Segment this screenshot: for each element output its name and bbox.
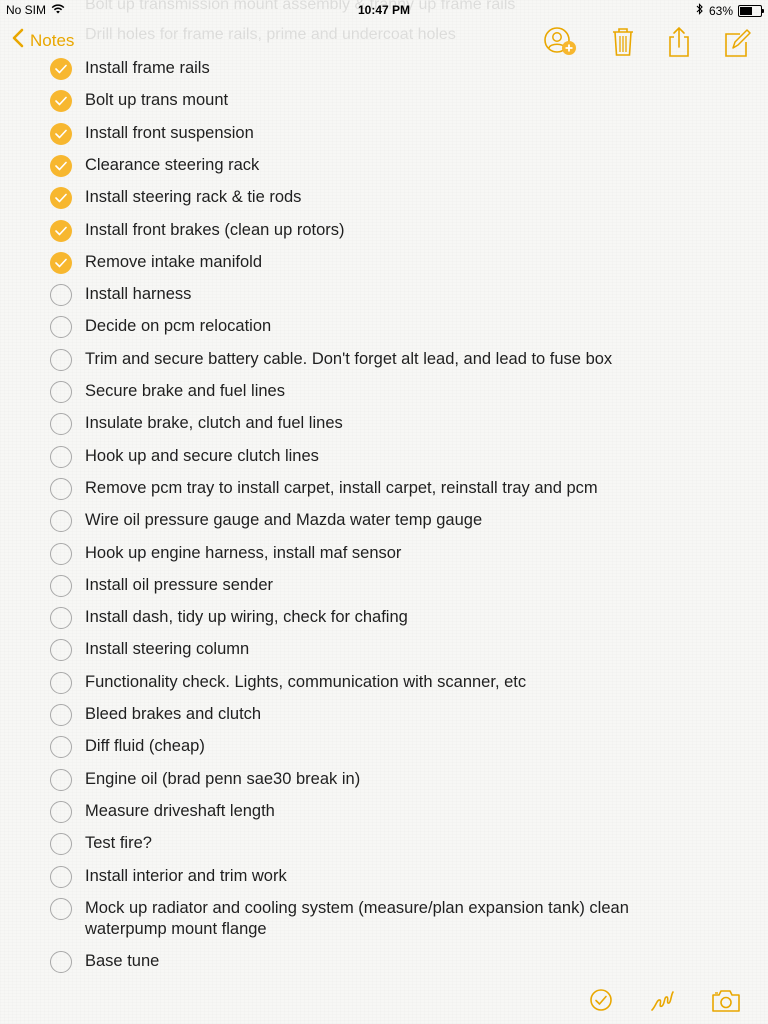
checklist-item-label: Trim and secure battery cable. Don't for… xyxy=(85,349,613,368)
checklist-item-label: Engine oil (brad penn sae30 break in) xyxy=(85,769,361,788)
checklist-item-label: Install dash, tidy up wiring, check for … xyxy=(85,608,408,627)
checklist-item-label: Measure driveshaft length xyxy=(85,801,275,820)
share-icon[interactable] xyxy=(664,26,696,58)
unchecked-circle[interactable] xyxy=(50,477,72,500)
checklist-item-label: Remove intake manifold xyxy=(85,252,263,271)
unchecked-circle[interactable] xyxy=(50,607,72,630)
checklist-icon[interactable] xyxy=(587,986,619,1018)
add-person-icon[interactable] xyxy=(542,26,576,58)
checklist-item-label: Install harness xyxy=(85,285,192,304)
checklist-item-label: Base tune xyxy=(85,952,160,971)
unchecked-circle[interactable] xyxy=(50,897,72,920)
checklist-item-label: Diff fluid (cheap) xyxy=(85,737,205,756)
checklist-item-label: Install oil pressure sender xyxy=(85,575,274,594)
unchecked-circle[interactable] xyxy=(50,348,72,371)
bluetooth-icon xyxy=(696,3,704,18)
camera-icon[interactable] xyxy=(710,986,742,1018)
checklist-item-label: Wire oil pressure gauge and Mazda water … xyxy=(85,511,483,530)
checklist-item-label: Install front brakes (clean up rotors) xyxy=(85,220,345,239)
unchecked-circle[interactable] xyxy=(50,284,72,307)
sketch-icon[interactable] xyxy=(648,986,680,1018)
checklist-item-label: Clearance steering rack xyxy=(85,155,260,174)
checklist-item-label: Hook up and secure clutch lines xyxy=(85,446,319,465)
status-bar: No SIM 10:47 PM 63% xyxy=(0,0,768,20)
unchecked-circle[interactable] xyxy=(50,951,72,974)
checked-circle[interactable] xyxy=(50,58,72,80)
checklist-item-label: Insulate brake, clutch and fuel lines xyxy=(85,414,343,433)
checklist-item-label: Bleed brakes and clutch xyxy=(85,705,262,723)
checklist-item-label: Remove pcm tray to install carpet, insta… xyxy=(85,478,598,497)
checklist-item-label: Decide on pcm relocation xyxy=(85,317,272,336)
unchecked-circle[interactable] xyxy=(50,381,72,403)
checklist-item-label: Test fire? xyxy=(85,834,152,853)
checklist-item-label: Install interior and trim work xyxy=(85,866,287,885)
checked-circle[interactable] xyxy=(50,219,72,242)
unchecked-circle[interactable] xyxy=(50,574,72,597)
checklist-item-label: Mock up radiator and cooling system (mea… xyxy=(85,898,629,938)
clock: 10:47 PM xyxy=(357,3,411,17)
checklist-item-label: Install front suspension xyxy=(85,123,254,142)
unchecked-circle[interactable] xyxy=(50,768,72,791)
unchecked-circle[interactable] xyxy=(50,865,72,888)
checked-circle[interactable] xyxy=(50,122,72,145)
trash-icon[interactable] xyxy=(608,26,640,58)
battery-level xyxy=(740,6,752,15)
checked-circle[interactable] xyxy=(50,154,72,177)
chevron-left-icon xyxy=(12,28,24,53)
checklist-item-label: Functionality check. Lights, communicati… xyxy=(85,672,527,691)
battery-icon xyxy=(738,4,764,17)
back-button[interactable]: Notes xyxy=(12,28,74,53)
unchecked-circle[interactable] xyxy=(50,704,72,726)
unchecked-circle[interactable] xyxy=(50,800,72,823)
checklist-item-label: Install frame rails xyxy=(85,59,210,77)
back-button-label: Notes xyxy=(30,30,75,50)
compose-icon[interactable] xyxy=(722,26,754,58)
unchecked-circle[interactable] xyxy=(50,671,72,694)
checklist-item-label: Install steering rack & tie rods xyxy=(85,188,302,207)
checklist-item-label: Bolt up trans mount xyxy=(85,91,229,110)
checklist-item-label: Install steering column xyxy=(85,640,250,659)
unchecked-circle[interactable] xyxy=(50,445,72,468)
battery-percent: 63% xyxy=(708,3,733,18)
checked-circle[interactable] xyxy=(50,251,72,274)
checklist-item-label: Secure brake and fuel lines xyxy=(85,382,285,400)
unchecked-circle[interactable] xyxy=(50,542,72,565)
checklist-item-label: Hook up engine harness, install maf sens… xyxy=(85,543,402,562)
